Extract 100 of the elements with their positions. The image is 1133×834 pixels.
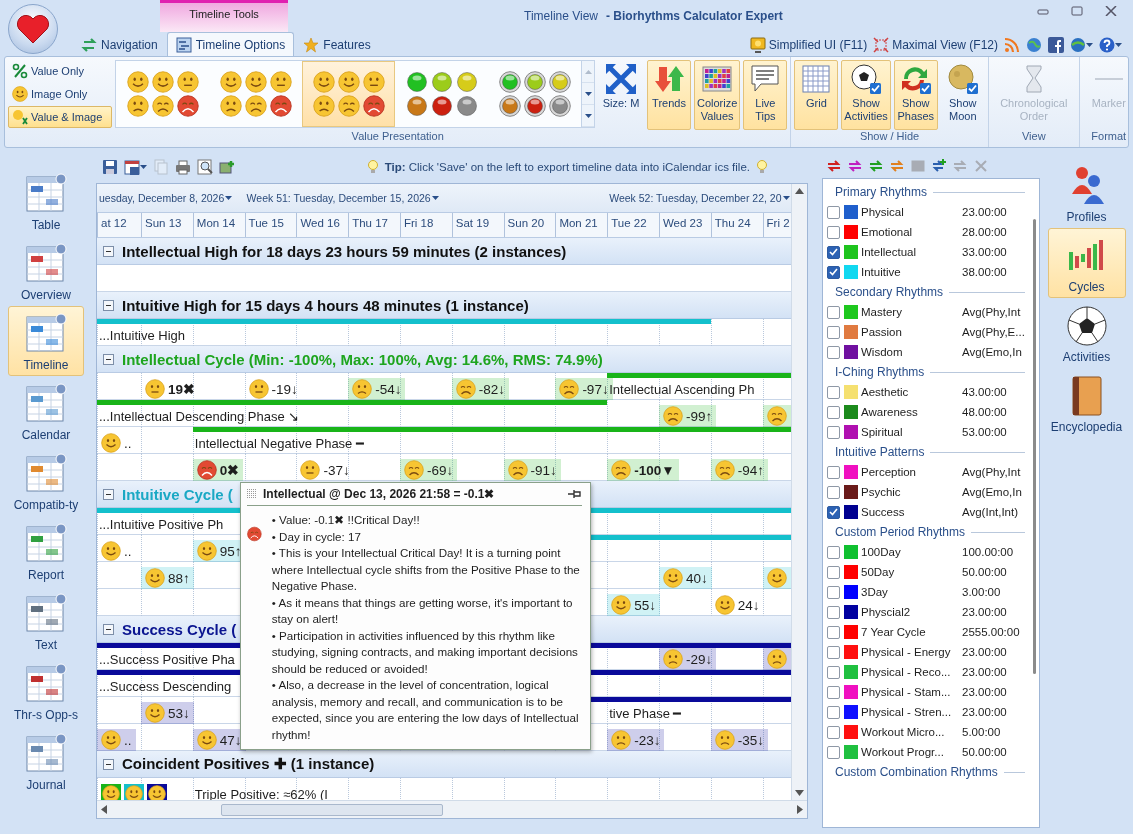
rhythm-name: Physical - Energy [861,646,951,658]
rhythm-period: 50.00:00 [962,566,1007,578]
rhythm-period: 33.00:00 [962,246,1007,258]
tip-text: Tip: Click 'Save' on the left to export timeline data into iCalendar ics file. [384,161,750,173]
rhythm-period: 23.00:00 [962,206,1007,218]
rhythm-period: 2555.00:00 [962,626,1020,638]
value-text: -82↓ [478,381,506,397]
value-text: 53↓ [168,705,190,721]
rhythm-period: 23.00:00 [962,666,1007,678]
day-label: Sun 20 [507,217,545,229]
day-label: Wed 23 [662,217,703,229]
day-label: Fri 18 [404,217,434,229]
day-label: Wed 16 [300,217,340,229]
day-label: Tue 22 [611,217,647,229]
group-title: Intuitive High for 15 days 4 hours 48 minutes (1 instance) [122,296,529,314]
phase-label: ...Intuitive High [98,327,185,343]
rhythm-name: Emotional [861,226,913,238]
value-text: -23↓ [634,732,661,748]
window-title: Timeline View - Biorhythms Calculator Expert [524,9,784,23]
rhythm-name: Physical - Stam... [861,686,951,698]
group-title: Intellectual Cycle (Min: -100%, Max: 100%, Avg: 14.6%, RMS: 74.9%) [122,350,603,368]
value-text: -54↓ [375,381,402,397]
tooltip-title: Intellectual @ Dec 13, 2026 21:58 = -0.1✖ [263,487,496,501]
rhythm-group-title: Custom Period Rhythms [835,525,966,539]
rhythm-name: Passion [861,326,902,338]
value-text: .. [124,732,132,748]
rhythm-period: 3.00:00 [962,586,1001,598]
tooltip-line: • This is your Intellectual Critical Day! It is a turning point where Intellectual cycle shifts from the Positive Phase to the Negative Phase. [271,545,581,594]
rhythm-name: Intuitive [861,266,901,278]
value-text: 40↓ [685,570,708,586]
rhythm-name: Intellectual [861,246,916,258]
rhythm-period: 38.00:00 [962,266,1007,278]
phase-label: ...Intuitive Positive Ph [98,516,224,532]
rhythm-name: Psychic [861,486,901,498]
rhythm-name: Workout Progr... [861,746,944,758]
rhythm-period: 53.00:00 [962,426,1007,438]
value-text: .. [124,435,132,451]
value-text: .. [124,543,132,559]
tooltip-line: • Also, a decrease in the level of concentration, logical analysis, memory and recall, and communication is to be expected, since you are entering the low days of Intellectual rhythm! [271,677,580,743]
value-text: -35↓ [737,732,765,748]
rhythm-name: Spiritual [861,426,903,438]
rhythm-period: 23.00:00 [962,606,1007,618]
value-text: -29↓ [685,651,713,667]
value-text: -19↓ [271,381,298,397]
value-text: 47↓ [219,732,242,748]
rhythm-name: 7 Year Cycle [861,626,926,638]
value-text: 55↓ [634,597,656,613]
rhythm-period: 23.00:00 [962,706,1007,718]
rhythm-name: Physical - Stren... [861,706,952,718]
day-label: Sat 19 [455,217,490,229]
value-text: -100▼ [634,462,675,478]
tooltip-line: • Day in cycle: 17 [271,528,362,545]
contextual-tab-group: Timeline Tools [160,0,288,32]
tooltip-line: • As it means that things are getting worse, it's important to stay on alert! [271,594,574,627]
rhythm-name: Awareness [861,406,918,418]
group-title: Intuitive Cycle ( [122,485,233,503]
rhythm-period: Avg(Phy,Int [962,306,1021,318]
group-title: Intellectual High for 18 days 23 hours 59 minutes (2 instances) [122,242,567,260]
rhythm-name: 50Day [861,566,895,578]
rhythm-name: Aesthetic [861,386,909,398]
rhythm-name: Success [861,506,905,518]
phase-label: Intellectual Negative Phase ━ [193,435,364,451]
tooltip-line: • Participation in activities influenced by this rhythm like studying, signing contracts, and making important decisions should be reduced or avoided! [271,627,579,677]
value-text: -69↓ [427,462,454,478]
day-label: Thu 17 [352,217,388,229]
rhythm-period: Avg(Emo,In [962,486,1022,498]
phase-label: tive Phase ━ [608,705,682,721]
rhythm-period: 50.00:00 [962,746,1007,758]
rhythm-period: Avg(Phy,Int [962,466,1021,478]
rhythm-name: Mastery [861,306,902,318]
day-label: at 12 [101,217,127,229]
group-title: Success Cycle ( [122,620,237,638]
rhythm-group-title: Intuitive Patterns [835,445,925,459]
day-label: Mon 21 [559,217,598,229]
group-title: Value Presentation [350,130,445,144]
rhythm-period: 48.00:00 [962,406,1007,418]
rhythm-period: 43.00:00 [962,386,1007,398]
rhythm-period: Avg(Int,Int) [962,506,1019,518]
value-text: -94↑ [737,462,765,478]
value-text: -97↓ [582,381,609,397]
value-text: 24↓ [737,597,760,613]
tooltip-line: • Value: -0.1✖ !!Critical Day!! [271,512,421,528]
rhythm-group-title: Primary Rhythms [835,185,927,199]
rhythm-name: 100Day [861,546,901,558]
rhythm-name: Perception [861,466,916,478]
rhythm-period: 5.00:00 [962,726,1001,738]
rhythm-name: Physcial2 [861,606,911,618]
day-label: Thu 24 [714,217,751,229]
group-title: Format [1090,130,1128,144]
value-text: 95↑ [219,543,242,559]
rhythm-name: Physical [861,206,904,218]
value-text: -99↑ [685,408,713,424]
rhythm-name: 3Day [861,586,888,598]
group-title: Show / Hide [858,130,921,144]
phase-label: ...Success Positive Pha [98,651,235,667]
rhythm-name: Workout Micro... [861,726,945,738]
rhythm-name: Physical - Reco... [861,666,951,678]
group-title: Coincident Positives ✚ (1 instance) [122,755,375,773]
phase-label: ...Success Descending [98,678,232,694]
rhythm-period: 28.00:00 [962,226,1007,238]
